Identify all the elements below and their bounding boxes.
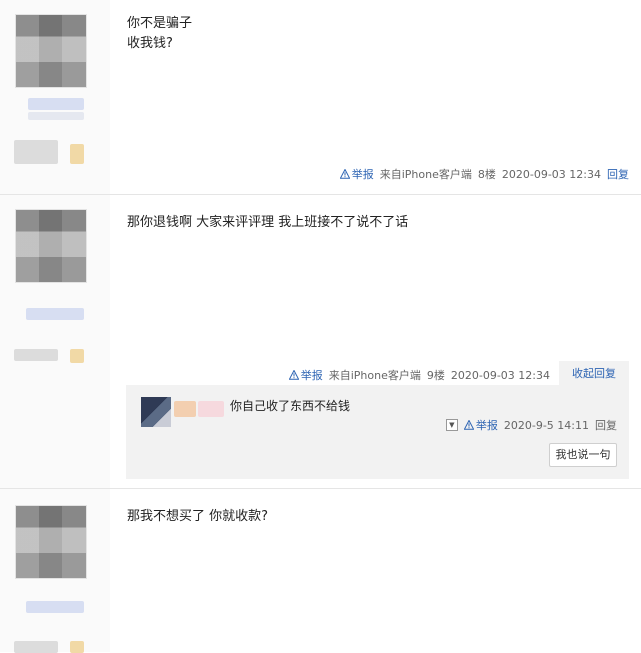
username[interactable]	[26, 308, 84, 320]
content-line: 那你退钱啊 大家来评评理 我上班接不了说不了话	[127, 215, 409, 230]
post-source: 来自iPhone客户端	[379, 168, 472, 181]
post-tail: 举报 来自iPhone客户端 9楼 2020-09-03 12:34	[288, 367, 550, 383]
post-tail: 举报 来自iPhone客户端 8楼 2020-09-03 12:34 回复	[339, 166, 629, 182]
avatar[interactable]	[15, 14, 87, 88]
post-time: 2020-09-03 12:34	[501, 167, 601, 181]
warning-triangle-icon	[339, 169, 350, 179]
post-next: 那我不想买了 你就收款?	[0, 489, 641, 653]
floor-number: 9楼	[426, 369, 445, 382]
avatar[interactable]	[15, 209, 87, 283]
content-line: 你不是骗子	[127, 16, 193, 31]
report-link[interactable]: 举报	[288, 367, 323, 383]
report-link[interactable]: 举报	[339, 166, 374, 182]
level-badge	[14, 140, 58, 164]
user-badge	[28, 112, 84, 120]
post-floor-9: 那你退钱啊 大家来评评理 我上班接不了说不了话 举报 来自iPhone客户端 9…	[0, 195, 641, 488]
sub-reply-time: 2020-9-5 14:11	[503, 418, 589, 432]
avatar[interactable]	[15, 505, 87, 579]
report-link[interactable]: 举报	[463, 417, 498, 433]
floor-number: 8楼	[477, 168, 496, 181]
report-label: 举报	[351, 168, 374, 181]
author-column	[0, 195, 110, 488]
username[interactable]	[26, 601, 84, 613]
reply-username-tail	[198, 401, 224, 417]
warning-triangle-icon	[463, 420, 474, 430]
sub-reply-meta: ▼ 举报 2020-9-5 14:11 回复	[445, 417, 617, 433]
reply-username[interactable]	[174, 401, 196, 417]
sub-reply-reply-link[interactable]: 回复	[595, 417, 617, 433]
author-column	[0, 0, 110, 194]
author-column	[0, 489, 110, 653]
reply-link[interactable]: 回复	[607, 166, 629, 182]
say-something-button[interactable]: 我也说一句	[549, 443, 617, 467]
post-source: 来自iPhone客户端	[328, 369, 421, 382]
username[interactable]	[28, 98, 84, 110]
level-badge	[14, 641, 58, 653]
collapse-replies-button[interactable]: 收起回复	[559, 361, 629, 387]
level-number	[70, 349, 84, 363]
post-floor-8: 你不是骗子 收我钱? 举报 来自iPhone客户端 8楼 2020-09-03 …	[0, 0, 641, 194]
report-label: 举报	[475, 419, 498, 432]
level-number	[70, 144, 84, 164]
post-content: 那你退钱啊 大家来评评理 我上班接不了说不了话	[127, 213, 408, 233]
chevron-down-icon[interactable]: ▼	[445, 419, 458, 431]
warning-triangle-icon	[288, 370, 299, 380]
post-content: 那我不想买了 你就收款?	[127, 507, 268, 527]
post-time: 2020-09-03 12:34	[450, 368, 550, 382]
level-badge	[14, 349, 58, 361]
content-line: 那我不想买了 你就收款?	[127, 509, 269, 524]
content-line: 收我钱?	[127, 36, 173, 51]
sub-reply-text: 你自己收了东西不给钱	[230, 399, 351, 413]
reply-avatar[interactable]	[141, 397, 171, 427]
post-content: 你不是骗子 收我钱?	[127, 14, 192, 54]
sub-reply-box: 你自己收了东西不给钱 ▼ 举报 2020-9-5 14:11 回复 我也说一句	[126, 385, 629, 479]
report-label: 举报	[300, 369, 323, 382]
level-number	[70, 641, 84, 653]
